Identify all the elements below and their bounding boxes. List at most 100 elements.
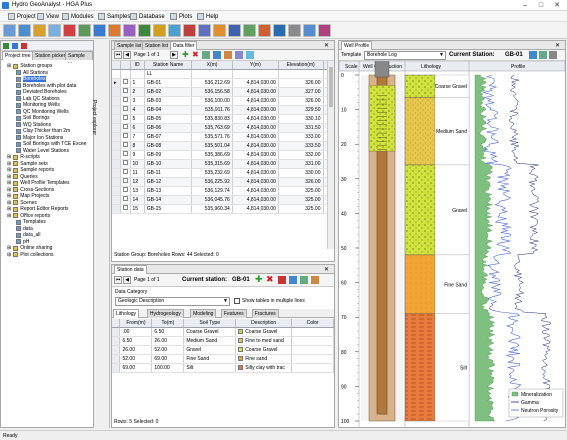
table-cell[interactable]: 69.00 [151, 354, 185, 364]
table-cell[interactable]: 4,814,030.00 [232, 204, 279, 214]
first-page-button[interactable]: ⏮ [114, 276, 122, 284]
table-row[interactable]: 13GB-13536,129.744,814,030.00325.00325.0… [112, 186, 327, 196]
menu-item-modules[interactable]: Modules [62, 13, 94, 20]
tree-item[interactable]: ⊞ Station groups [7, 63, 52, 69]
toolbar-button-4[interactable] [48, 24, 61, 37]
row-checkbox[interactable] [120, 105, 131, 115]
column-header[interactable]: Station Name [144, 61, 193, 70]
subtab-features[interactable]: Features [220, 309, 247, 318]
color-cell[interactable] [291, 327, 334, 337]
row-marker[interactable] [112, 363, 121, 373]
table-cell[interactable]: 4,814,030.00 [232, 150, 279, 160]
first-page-button[interactable]: ⏮ [114, 51, 122, 59]
toolbar-button-20[interactable] [288, 24, 301, 37]
table-cell[interactable]: 331.50 [278, 123, 324, 133]
tree-item[interactable]: Soil Borings [14, 115, 50, 121]
table-row[interactable]: 7GB-07535,571.764,814,030.00333.00333.00 [112, 132, 327, 142]
table-row[interactable]: 3GB-03536,100.004,814,030.00326.00327.00 [112, 96, 327, 106]
tree-item[interactable]: data [14, 226, 33, 232]
table-cell[interactable]: Silt [183, 363, 237, 373]
tree-item[interactable]: ⊞ Map Projects [7, 193, 49, 199]
row-checkbox[interactable] [120, 87, 131, 97]
table-cell[interactable]: 4,814,030.00 [232, 78, 279, 88]
toolbar-button-15[interactable] [213, 24, 226, 37]
tree-item[interactable]: ⊞ Sample sets [7, 161, 48, 167]
table-cell[interactable]: 535,830.83 [191, 114, 233, 124]
tree-item[interactable]: ⊞ Sample reports [7, 167, 54, 173]
table-row[interactable]: 6.50 26.00 Medium Sand Fine to med sand [112, 336, 334, 346]
table-cell[interactable]: 6.50 [119, 336, 153, 346]
row-marker[interactable] [112, 204, 121, 214]
table-cell[interactable]: GB-02 [144, 87, 193, 97]
import-icon[interactable] [300, 276, 308, 284]
table-cell[interactable]: 536,129.74 [191, 186, 233, 196]
expand-icon[interactable]: ⊞ [7, 200, 11, 206]
table-cell[interactable]: 2 [130, 87, 145, 97]
row-marker[interactable] [112, 96, 121, 106]
table-cell[interactable]: Coarse Gravel [183, 327, 237, 337]
table-cell[interactable]: GB-15 [144, 204, 193, 214]
add-icon[interactable]: ✚ [182, 51, 189, 59]
table-row[interactable]: 12GB-12536,225.924,814,030.00326.00326.0… [112, 177, 327, 187]
menu-item-database[interactable]: Database [130, 13, 165, 20]
table-cell[interactable]: 326.00 [278, 78, 324, 88]
table-cell[interactable]: GB-13 [144, 186, 193, 196]
expand-icon[interactable]: ⊞ [7, 161, 11, 167]
row-checkbox[interactable] [120, 150, 131, 160]
table-cell[interactable]: GB-12 [144, 177, 193, 187]
toolbar-button-21[interactable] [303, 24, 316, 37]
table-row[interactable]: 14GB-14536,045.764,814,030.00325.00325.0… [112, 195, 327, 205]
column-header[interactable]: Color [291, 319, 334, 328]
row-marker[interactable] [112, 168, 121, 178]
row-marker[interactable] [112, 123, 121, 133]
tree-item[interactable]: Major Ion Stations [14, 135, 63, 141]
table-cell[interactable]: 6.50 [151, 327, 185, 337]
table-cell[interactable]: 330.10 [278, 114, 324, 124]
filter-cell[interactable] [112, 69, 121, 79]
tree-item[interactable]: Lab QC Stations [14, 96, 60, 102]
tree-item[interactable]: Templates [14, 219, 46, 225]
subtab-hydrogeology[interactable]: Hydrogeology [146, 309, 184, 318]
tree-item[interactable]: ⊞ Cross-Sections [7, 187, 54, 193]
table-cell[interactable]: 535,960.34 [191, 204, 233, 214]
row-header[interactable] [112, 61, 121, 70]
settings-icon[interactable] [549, 51, 557, 59]
table-cell[interactable]: 327.00 [278, 87, 324, 97]
table-cell[interactable]: 332.00 [278, 150, 324, 160]
filter-cell[interactable] [130, 69, 145, 79]
tree-item[interactable]: Boreholes with plot data [14, 83, 76, 89]
tree-item[interactable]: All Stations [14, 70, 48, 76]
export-icon[interactable] [289, 276, 297, 284]
table-cell[interactable]: 4,814,030.00 [232, 168, 279, 178]
tree-item[interactable]: Soil Borings with TCE Excee [14, 141, 87, 147]
table-row[interactable]: 6GB-06535,763.694,814,030.00331.50331.50 [112, 123, 327, 133]
toolbar-button-6[interactable] [78, 24, 91, 37]
table-cell[interactable]: 535,232.69 [191, 168, 233, 178]
menu-item-help[interactable]: Help [197, 13, 218, 20]
chart-icon[interactable] [224, 51, 232, 59]
report-icon[interactable] [311, 276, 319, 284]
table-cell[interactable]: 536,225.92 [191, 177, 233, 187]
toolbar-button-11[interactable] [153, 24, 166, 37]
table-cell[interactable]: 331.00 [278, 159, 324, 169]
table-cell[interactable]: 4,814,030.00 [232, 159, 279, 169]
table-cell[interactable]: 6 [130, 123, 145, 133]
table-cell[interactable]: 69.00 [119, 363, 153, 373]
table-cell[interactable]: 4,814,030.00 [232, 96, 279, 106]
column-header[interactable]: ID [130, 61, 145, 70]
table-cell[interactable]: GB-04 [144, 105, 193, 115]
table-cell[interactable]: 1 [130, 78, 145, 88]
table-cell[interactable]: Coarse Gravel [235, 345, 293, 355]
menu-item-samples[interactable]: Samples [98, 13, 130, 20]
menu-item-plots[interactable]: Plots [170, 13, 192, 20]
table-cell[interactable]: GB-09 [144, 150, 193, 160]
table-row[interactable]: 26.00 52.00 Gravel Coarse Gravel [112, 345, 334, 355]
export-icon[interactable] [213, 51, 221, 59]
expand-icon[interactable]: ⊞ [7, 167, 11, 173]
row-marker[interactable] [112, 132, 121, 142]
color-cell[interactable] [291, 336, 334, 346]
table-cell[interactable]: 535,315.69 [191, 159, 233, 169]
tab-data-filter[interactable]: Data filter [170, 41, 198, 50]
table-cell[interactable]: 100.00 [151, 363, 185, 373]
filter-cell[interactable] [191, 69, 233, 79]
